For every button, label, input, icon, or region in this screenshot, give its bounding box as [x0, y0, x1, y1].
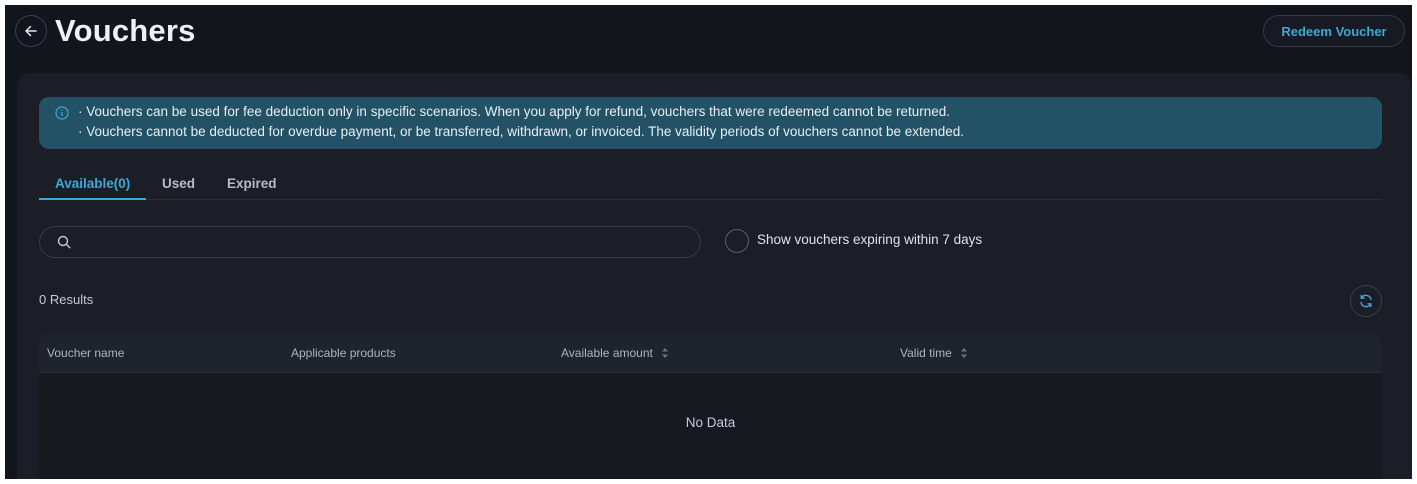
- column-label: Valid time: [900, 346, 952, 360]
- column-available-amount[interactable]: Available amount: [561, 346, 669, 360]
- column-valid-time[interactable]: Valid time: [900, 346, 968, 360]
- empty-state: No Data: [685, 415, 736, 430]
- column-voucher-name: Voucher name: [47, 346, 124, 360]
- arrow-left-icon: [25, 25, 37, 37]
- back-button[interactable]: [15, 15, 47, 47]
- expiring-soon-label: Show vouchers expiring within 7 days: [757, 232, 983, 247]
- vouchers-page: Vouchers Redeem Voucher · Vouchers can b…: [5, 5, 1412, 479]
- info-notice: · Vouchers can be used for fee deduction…: [39, 97, 1382, 149]
- tab-expired[interactable]: Expired: [227, 176, 277, 200]
- refresh-icon: [1360, 294, 1372, 308]
- tab-available[interactable]: Available(0): [55, 176, 130, 200]
- expiring-soon-checkbox[interactable]: [725, 229, 749, 253]
- results-count: 0 Results: [39, 292, 94, 307]
- redeem-voucher-button[interactable]: Redeem Voucher: [1263, 15, 1405, 47]
- tab-used[interactable]: Used: [162, 176, 195, 200]
- refresh-button[interactable]: [1350, 285, 1382, 317]
- table-header: Voucher name Applicable products Availab…: [39, 333, 1382, 373]
- column-label: Voucher name: [47, 346, 125, 360]
- page-header: Vouchers Redeem Voucher: [5, 5, 1412, 73]
- column-applicable-products: Applicable products: [291, 346, 396, 360]
- notice-line-1: · Vouchers can be used for fee deduction…: [78, 104, 951, 119]
- sort-icon[interactable]: [661, 347, 669, 359]
- search-box: [39, 226, 701, 258]
- column-label: Applicable products: [291, 346, 396, 360]
- page-title: Vouchers: [55, 13, 196, 48]
- column-label: Available amount: [561, 346, 653, 360]
- voucher-tabs: Available(0) Used Expired: [39, 170, 1382, 200]
- info-icon: [55, 106, 69, 120]
- active-tab-indicator: [39, 198, 146, 200]
- search-input[interactable]: [80, 227, 680, 257]
- notice-line-2: · Vouchers cannot be deducted for overdu…: [78, 124, 965, 139]
- content-panel: · Vouchers can be used for fee deduction…: [17, 73, 1412, 479]
- vouchers-table: Voucher name Applicable products Availab…: [39, 333, 1382, 479]
- search-icon: [57, 235, 71, 249]
- sort-icon[interactable]: [960, 347, 968, 359]
